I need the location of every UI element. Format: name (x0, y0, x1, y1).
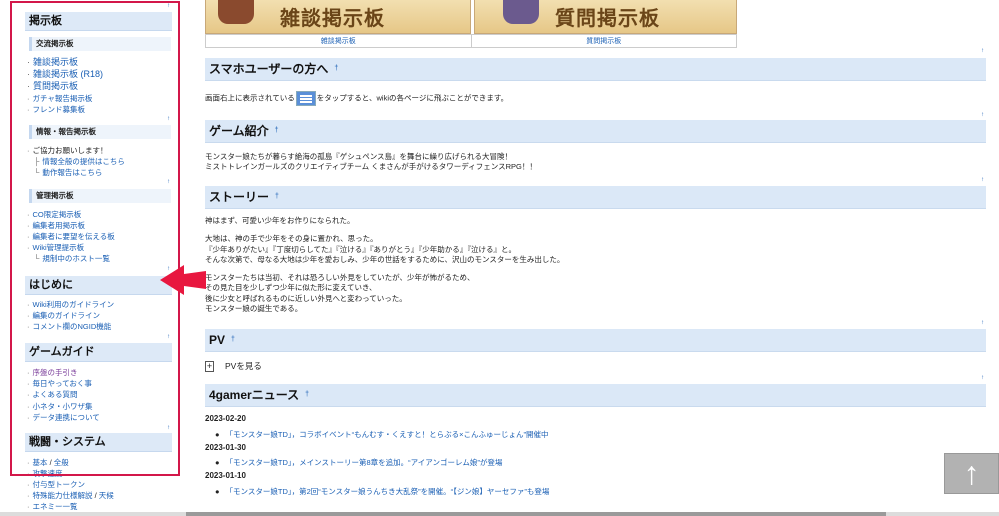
question-bbs-banner[interactable]: 質問掲示板 (474, 0, 737, 34)
horizontal-scrollbar[interactable] (0, 512, 999, 516)
story-line: その見た目を少しずつ少年に似た形に変えていき、 (205, 283, 377, 292)
red-arrow-icon (160, 265, 206, 295)
page-top-link[interactable]: ↑ (167, 179, 170, 185)
news-date: 2023-01-10 (205, 471, 246, 480)
sidebar-item-friend-bbs[interactable]: · フレンド募集板 (27, 105, 85, 115)
page-top-link[interactable]: ↑ (981, 375, 984, 381)
section-anchor[interactable]: † (231, 336, 235, 343)
banner-link-table: 雑談掲示板 質問掲示板 (205, 34, 737, 48)
sidebar-item-info-provide[interactable]: ├ 情報全般の提供はこちら (34, 157, 125, 167)
section-heading-game-intro: ゲーム紹介 † (205, 120, 986, 143)
section-heading-pv: PV † (205, 329, 986, 352)
game-intro-line-2: ミストトレインガールズのクリエイティブチーム くまさんが手がけるタワーディフェン… (205, 162, 537, 171)
sidebar-item-enemy-list[interactable]: · エネミー一覧 (27, 502, 78, 512)
news-item[interactable]: ● 「モンスター娘TD」，メインストーリー第8章を追加。“アイアンゴーレム娘”が登… (215, 457, 502, 468)
sidebar-item-edit-guideline[interactable]: · 編集のガイドライン (27, 311, 100, 321)
page-top-link[interactable]: ↑ (167, 425, 170, 431)
sidebar-item-tips[interactable]: · 小ネタ・小ワザ集 (27, 402, 93, 412)
page-top-link[interactable]: ↑ (981, 177, 984, 183)
news-date: 2023-01-30 (205, 443, 246, 452)
sidebar-text-cooperation: · ご協力お願いします！ (27, 146, 108, 155)
story-line: 『少年ありがたい』『丁度切らしてた』『泣ける』『ありがとう』『少年助かる』『泣け… (205, 245, 517, 254)
sidebar-heading-intro: はじめに (25, 276, 172, 295)
section-anchor[interactable]: † (305, 391, 309, 398)
news-item[interactable]: ● 「モンスター娘TD」，コラボイベント“もんむす・くえすと！とらぶる×こんふゅー… (215, 429, 549, 440)
sidebar-item-token[interactable]: · 付与型トークン (27, 480, 85, 490)
smartphone-instruction: 画面右上に表示されている をタップすると、wikiの各ページに飛ぶことができます。 (205, 91, 508, 106)
banner-character-image (218, 0, 254, 24)
question-bbs-link[interactable]: 質問掲示板 (470, 35, 737, 47)
page-top-link[interactable]: ↑ (167, 116, 170, 122)
section-anchor[interactable]: † (334, 65, 338, 72)
sidebar-item-beginner-guide[interactable]: · 序盤の手引き (27, 368, 78, 378)
sidebar-item-wiki-guideline[interactable]: · Wiki利用のガイドライン (27, 300, 114, 310)
pv-label[interactable]: PVを見る (225, 361, 262, 371)
scroll-to-top-button[interactable]: ↑ (944, 453, 999, 494)
page-top-link[interactable]: ↑ (981, 48, 984, 54)
story-line: 後に少女と呼ばれるものに近しい外見へと変わっていった。 (205, 294, 407, 303)
page-top-link[interactable]: ↑ (167, 3, 170, 9)
arrow-up-icon: ↑ (963, 455, 980, 491)
sidebar-item-ngid[interactable]: · コメント欄のNGID機能 (27, 322, 111, 332)
sidebar-item-special-ability[interactable]: · 特殊能力仕様解説 / 天候 (27, 491, 114, 501)
news-item[interactable]: ● 「モンスター娘TD」，第2回“モンスター娘うんちき大乱祭”を開催。“【ジン娘】… (215, 486, 549, 497)
page-top-link[interactable]: ↑ (981, 320, 984, 326)
chat-bbs-banner[interactable]: 雑談掲示板 (205, 0, 471, 34)
banner-title: 質問掲示板 (555, 8, 660, 30)
sidebar-item-data-link[interactable]: · データ連携について (27, 413, 100, 423)
page-top-link[interactable]: ↑ (981, 112, 984, 118)
story-paragraph-1: 神はまず、可愛い少年をお作りになられた。 (205, 216, 355, 225)
scrollbar-thumb[interactable] (186, 512, 886, 516)
sidebar-item-faq[interactable]: · よくある質問 (27, 390, 78, 400)
sidebar-item-request-bbs[interactable]: · 編集者に要望を伝える板 (27, 232, 115, 242)
sidebar-item-basic[interactable]: · 基本 / 全般 (27, 458, 69, 468)
sidebar-item-attack-speed[interactable]: · 攻撃速度 (27, 469, 63, 479)
banner-character-image (503, 0, 539, 24)
sidebar-item-chat-bbs[interactable]: · 雑談掲示板 (27, 57, 78, 67)
sidebar-item-chat-bbs-r18[interactable]: · 雑談掲示板 (R18) (27, 69, 103, 79)
sidebar-item-co-bbs[interactable]: · CO限定掲示板 (27, 210, 81, 220)
hamburger-menu-icon (295, 91, 316, 106)
sidebar-subheading-report: 情報・報告掲示板 (29, 125, 171, 139)
sidebar-item-editor-bbs[interactable]: · 編集者用掲示板 (27, 221, 85, 231)
sidebar-heading-game-guide: ゲームガイド (25, 343, 172, 362)
section-heading-news: 4gamerニュース † (205, 384, 986, 407)
section-heading-smartphone: スマホユーザーの方へ † (205, 58, 986, 81)
story-line: モンスターたちは当初、それは恐ろしい外見をしていたが、少年が怖がるため、 (205, 273, 475, 282)
pv-expand-toggle[interactable]: + (205, 361, 214, 372)
banner-title: 雑談掲示板 (280, 8, 385, 30)
sidebar-item-question-bbs[interactable]: · 質問掲示板 (27, 81, 78, 91)
section-anchor[interactable]: † (275, 193, 279, 200)
sidebar-menu: ↑ 掲示板 交流掲示板 · 雑談掲示板 · 雑談掲示板 (R18) · 質問掲示板 ·… (0, 0, 186, 516)
sidebar-item-gacha-bbs[interactable]: · ガチャ報告掲示板 (27, 94, 92, 104)
sidebar-item-daily[interactable]: · 毎日やっておく事 (27, 379, 92, 389)
story-line: そんな次第で、母なる大地は少年を愛おしみ、少年の世話をするために、沢山のモンスタ… (205, 255, 565, 264)
sidebar-item-blocked-hosts[interactable]: └ 規制中のホスト一覧 (34, 254, 110, 264)
sidebar-item-wiki-admin-bbs[interactable]: · Wiki管理提示板 (27, 243, 84, 253)
story-line: 大地は、神の手で少年をその身に置かれ、思った。 (205, 234, 378, 243)
sidebar-subheading-exchange: 交流掲示板 (29, 37, 171, 51)
section-heading-story: ストーリー † (205, 186, 986, 209)
page-top-link[interactable]: ↑ (167, 334, 170, 340)
sidebar-heading-bbs: 掲示板 (25, 12, 172, 31)
news-date: 2023-02-20 (205, 414, 246, 423)
story-line: モンスター娘の誕生である。 (205, 304, 303, 313)
game-intro-line-1: モンスター娘たちが暮らす絶海の孤島『ゲシュペンス島』を舞台に繰り広げられる大冒険… (205, 152, 513, 161)
section-anchor[interactable]: † (275, 127, 279, 134)
chat-bbs-link[interactable]: 雑談掲示板 (206, 35, 471, 47)
sidebar-subheading-manage: 管理掲示板 (29, 189, 171, 203)
sidebar-item-operation-report[interactable]: └ 動作報告はこちら (34, 168, 102, 178)
sidebar-heading-battle-system: 戦闘・システム (25, 433, 172, 452)
